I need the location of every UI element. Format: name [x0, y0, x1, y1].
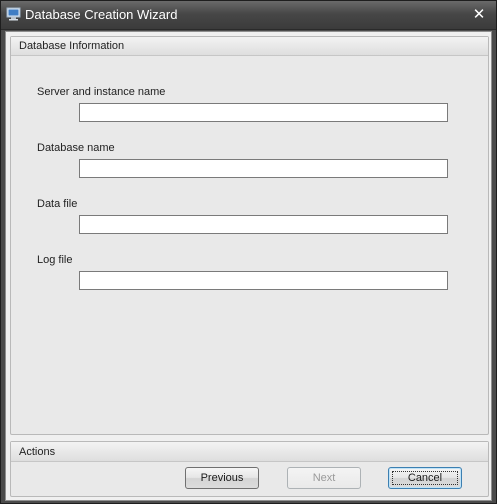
cancel-button[interactable]: Cancel: [388, 467, 462, 489]
actions-header: Actions: [11, 442, 488, 462]
database-name-label: Database name: [37, 142, 115, 154]
log-file-input[interactable]: [79, 271, 448, 290]
server-instance-input[interactable]: [79, 103, 448, 122]
wizard-client-area: Database Information Server and instance…: [5, 31, 492, 501]
focus-rectangle: [392, 471, 458, 485]
monitor-icon: [6, 7, 21, 21]
window-title: Database Creation Wizard: [25, 7, 178, 22]
title-bar[interactable]: Database Creation Wizard ✕: [1, 1, 496, 30]
close-icon[interactable]: ✕: [470, 5, 488, 23]
previous-button[interactable]: Previous: [185, 467, 259, 489]
actions-panel: Actions Previous Next Cancel: [10, 441, 489, 497]
database-information-header: Database Information: [11, 37, 488, 56]
wizard-window: Database Creation Wizard ✕ Database Info…: [0, 0, 497, 504]
log-file-label: Log file: [37, 254, 73, 266]
database-name-input[interactable]: [79, 159, 448, 178]
data-file-input[interactable]: [79, 215, 448, 234]
database-information-panel: Database Information Server and instance…: [10, 36, 489, 435]
server-instance-label: Server and instance name: [37, 86, 166, 98]
next-button[interactable]: Next: [287, 467, 361, 489]
data-file-label: Data file: [37, 198, 78, 210]
